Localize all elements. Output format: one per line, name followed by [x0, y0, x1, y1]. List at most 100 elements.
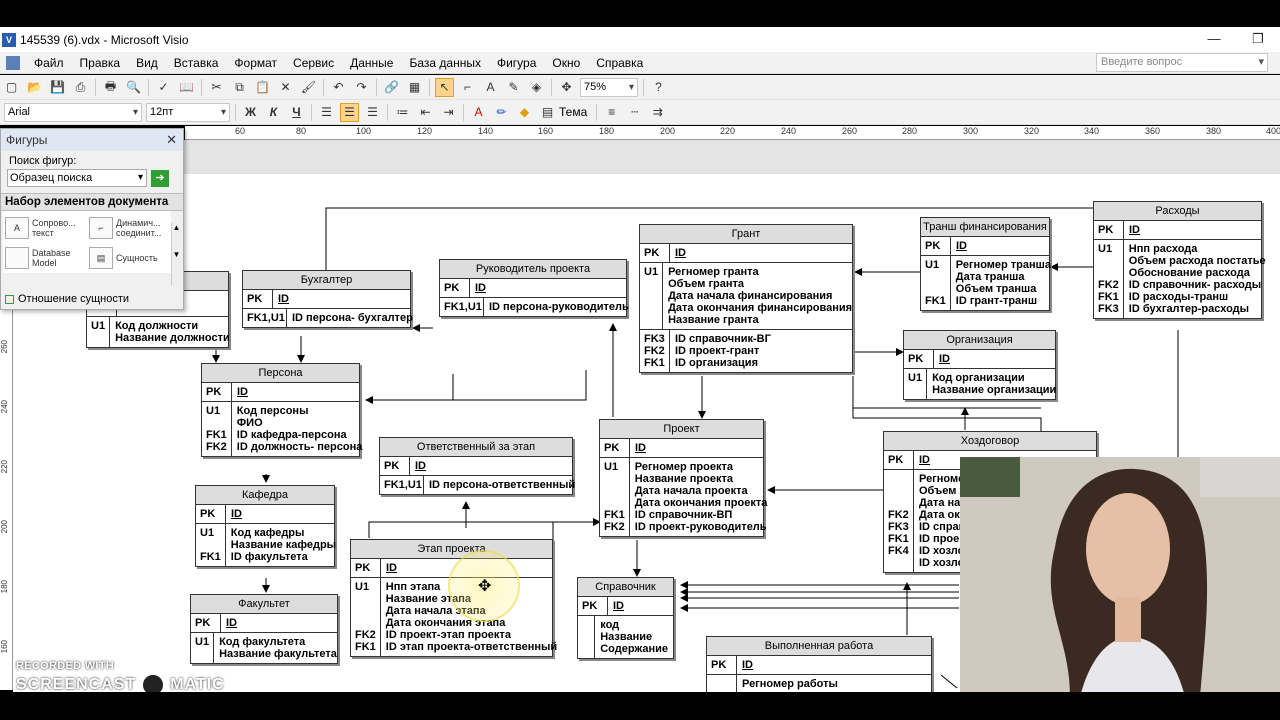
- spelling-icon[interactable]: ✓: [154, 78, 173, 97]
- preview-icon[interactable]: 🔍: [124, 78, 143, 97]
- menu-data[interactable]: Данные: [342, 53, 401, 73]
- font-color-icon[interactable]: A: [469, 103, 488, 122]
- menu-view[interactable]: Вид: [128, 53, 166, 73]
- hyperlink-icon[interactable]: 🔗: [382, 78, 401, 97]
- search-go-button[interactable]: ➔: [151, 169, 169, 187]
- entity-title: Грант: [640, 225, 852, 244]
- window-titlebar: V 145539 (6).vdx - Microsoft Visio — ❐: [0, 27, 1280, 52]
- new-icon[interactable]: ▢: [2, 78, 21, 97]
- entity-transh[interactable]: Транш финансирования PK ID U1 FK1 Регномер…: [920, 217, 1051, 311]
- visio-app-icon: V: [2, 32, 16, 47]
- minimize-button[interactable]: —: [1192, 27, 1236, 52]
- indent-decrease-icon[interactable]: ⇤: [416, 103, 435, 122]
- entity-fakultet[interactable]: Факультет PK ID U1 Код факультета Название…: [190, 594, 338, 664]
- line-tool-icon[interactable]: ✎: [504, 78, 523, 97]
- stencil-icon[interactable]: ▦: [405, 78, 424, 97]
- restore-button[interactable]: ❐: [1236, 27, 1280, 52]
- redo-icon[interactable]: ↷: [352, 78, 371, 97]
- shape-item[interactable]: ⌐ Динамич... соединит...: [89, 214, 171, 242]
- question-input[interactable]: Введите вопрос: [1096, 53, 1268, 72]
- menu-format[interactable]: Формат: [226, 53, 285, 73]
- entity-title: Бухгалтер: [243, 271, 410, 290]
- shape-item[interactable]: Database Model: [5, 244, 87, 272]
- undo-icon[interactable]: ↶: [329, 78, 348, 97]
- menu-edit[interactable]: Правка: [72, 53, 129, 73]
- pointer-tool-icon[interactable]: ↖: [435, 77, 454, 97]
- format-painter-icon[interactable]: 🖌: [299, 78, 318, 97]
- entity-persona[interactable]: Персона PK ID U1 FK1 FK2 Код персоны ФИО I…: [201, 363, 362, 457]
- entity-title: Справочник: [578, 578, 673, 597]
- open-icon[interactable]: 📂: [25, 78, 44, 97]
- entity-title: Ответственный за этап: [380, 438, 572, 457]
- line-color-icon[interactable]: ✏: [492, 103, 511, 122]
- delete-icon[interactable]: ✕: [276, 78, 295, 97]
- webcam-overlay: [960, 457, 1280, 697]
- menu-window[interactable]: Окно: [544, 53, 588, 73]
- indent-increase-icon[interactable]: ⇥: [439, 103, 458, 122]
- pan-zoom-icon[interactable]: ✥: [557, 78, 576, 97]
- print-preview-icon[interactable]: ⎙: [71, 78, 90, 97]
- stencil-relation[interactable]: Отношение сущности: [1, 291, 183, 307]
- entity-buhgalter[interactable]: Бухгалтер PK ID FK1,U1 ID персона- бухгалт…: [242, 270, 413, 328]
- entity-kafedra[interactable]: Кафедра PK ID U1 FK1 Код кафедры Название …: [195, 485, 336, 567]
- shapes-panel-title: Фигуры: [6, 133, 48, 147]
- menu-tools[interactable]: Сервис: [285, 53, 342, 73]
- align-right-icon[interactable]: ☰: [363, 103, 382, 122]
- close-icon[interactable]: ✕: [166, 132, 177, 148]
- stencil-scrollbar[interactable]: ▲ ▼: [171, 223, 181, 285]
- menu-file[interactable]: Файл: [26, 53, 72, 73]
- entity-rukovoditel-proekta[interactable]: Руководитель проекта PK ID FK1,U1 ID персо…: [439, 259, 629, 317]
- search-label: Поиск фигур:: [9, 155, 77, 167]
- menu-help[interactable]: Справка: [588, 53, 651, 73]
- underline-icon[interactable]: Ч: [287, 103, 306, 122]
- entity-rashody[interactable]: Расходы PK ID U1 FK2 FK1 FK3 Нпп расхода О…: [1093, 201, 1266, 319]
- entity-title: Проект: [600, 420, 763, 439]
- fill-color-icon[interactable]: ◆: [515, 103, 534, 122]
- shape-search-input[interactable]: Образец поиска: [7, 169, 147, 187]
- entity-otvetstvenny[interactable]: Ответственный за этап PK ID FK1,U1 ID перс…: [379, 437, 575, 495]
- document-icon[interactable]: [6, 55, 20, 70]
- save-icon[interactable]: 💾: [48, 78, 67, 97]
- menu-database[interactable]: База данных: [401, 53, 488, 73]
- entity-title: Персона: [202, 364, 359, 383]
- print-icon[interactable]: 🖶: [101, 78, 120, 97]
- entity-title: Кафедра: [196, 486, 334, 505]
- font-size-select[interactable]: 12пт: [146, 102, 230, 122]
- entity-spravochnik[interactable]: Справочник PK ID код Название Содержание: [577, 577, 674, 659]
- theme-icon[interactable]: ▤: [538, 103, 557, 122]
- text-icon: A: [5, 217, 29, 239]
- entity-proekt[interactable]: Проект PK ID U1 FK1 FK2 Регномер проекта Н…: [599, 419, 767, 537]
- shape-item[interactable]: A Сопрово... текст: [5, 214, 87, 242]
- entity-title: Этап проекта: [351, 540, 552, 559]
- paste-icon[interactable]: 📋: [253, 78, 272, 97]
- connector-tool-icon[interactable]: ⌐: [458, 78, 477, 97]
- shapes-icon[interactable]: ◈: [527, 78, 546, 97]
- menu-shape[interactable]: Фигура: [489, 53, 544, 73]
- bullets-icon[interactable]: ≔: [393, 103, 412, 122]
- stencil-title[interactable]: Набор элементов документа: [1, 193, 183, 211]
- entity-grant[interactable]: Грант PK ID U1 Регномер гранта Объем грант…: [639, 224, 853, 373]
- bottom-black-bar: [0, 692, 1280, 720]
- text-tool-icon[interactable]: A: [481, 78, 500, 97]
- line-pattern-icon[interactable]: ┄: [625, 103, 644, 122]
- line-weight-icon[interactable]: ≡: [602, 103, 621, 122]
- shapes-panel: Фигуры ✕ Поиск фигур: Образец поиска ➔ Н…: [0, 128, 184, 310]
- font-select[interactable]: Arial: [4, 102, 142, 122]
- theme-button[interactable]: Тема: [559, 105, 587, 119]
- standard-toolbar: ▢ 📂 💾 ⎙ 🖶 🔍 ✓ 📖 ✂ ⧉ 📋 ✕ 🖌 ↶ ↷ 🔗 ▦ ↖ ⌐ A …: [0, 75, 1280, 100]
- help-icon[interactable]: ?: [649, 78, 668, 97]
- copy-icon[interactable]: ⧉: [230, 78, 249, 97]
- line-ends-icon[interactable]: ⇉: [648, 103, 667, 122]
- cut-icon[interactable]: ✂: [207, 78, 226, 97]
- zoom-select[interactable]: 75%: [580, 77, 638, 97]
- align-center-icon[interactable]: ☰: [340, 102, 359, 122]
- align-left-icon[interactable]: ☰: [317, 103, 336, 122]
- research-icon[interactable]: 📖: [177, 78, 196, 97]
- italic-icon[interactable]: К: [264, 103, 283, 122]
- menu-insert[interactable]: Вставка: [166, 53, 227, 73]
- bold-icon[interactable]: Ж: [241, 103, 260, 122]
- horizontal-ruler: 60 80 100 120 140 160 180 200 220 240 26…: [185, 126, 1280, 140]
- entity-vypolnennaya-rabota[interactable]: Выполненная работа PK ID Регномер работы: [706, 636, 932, 692]
- entity-organizacia[interactable]: Организация PK ID U1 Код организации Назва…: [903, 330, 1056, 400]
- shape-item[interactable]: ▤ Сущность: [89, 244, 171, 272]
